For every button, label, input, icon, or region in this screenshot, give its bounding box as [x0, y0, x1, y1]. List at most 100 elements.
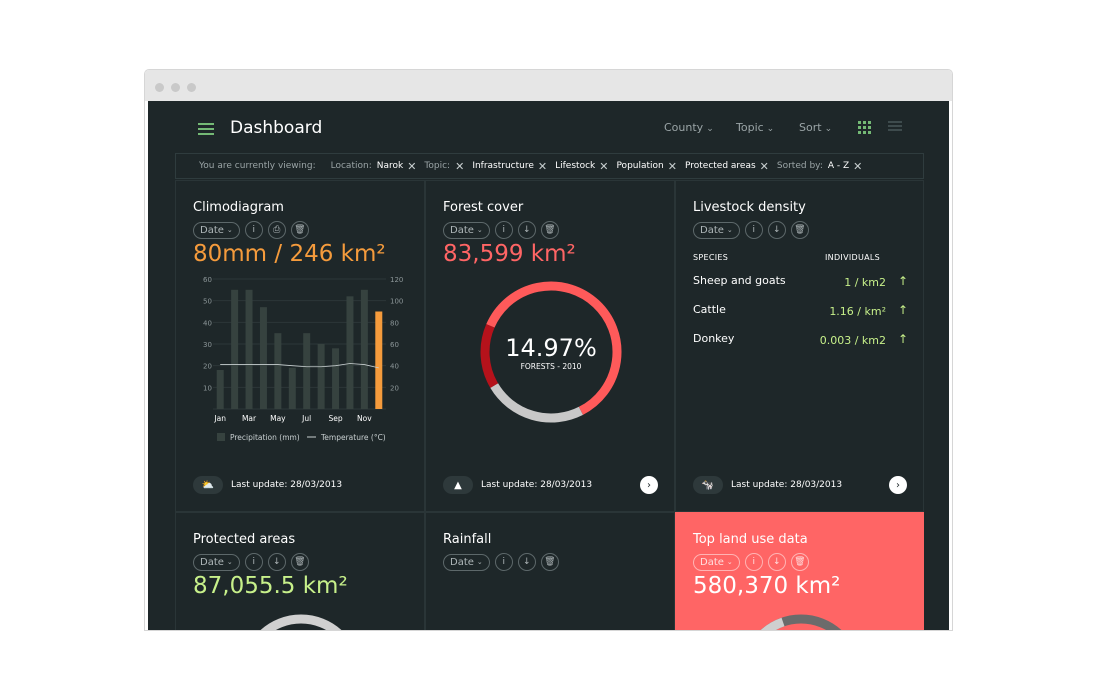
county-dropdown-label: County [664, 121, 704, 134]
filter-bar: You are currently viewing: Location: Nar… [175, 153, 924, 179]
print-icon[interactable]: ⎙ [267, 221, 286, 239]
dashboard-app: Dashboard County ⌄ Topic ⌄ Sort ⌄ You are c… [148, 101, 949, 630]
livestock-row: Donkey 0.003 / km2 ↑ [693, 332, 908, 347]
download-icon[interactable]: ↓ [517, 553, 536, 571]
sort-dropdown-label: Sort [799, 121, 822, 134]
x-tick-label: Nov [357, 414, 372, 423]
protected-areas-card: Protected areas Date ⌄ i ↓ 🗑 87,055.5 km² [175, 512, 425, 630]
info-icon[interactable]: i [744, 553, 763, 571]
window-close-dot[interactable] [155, 83, 164, 92]
hamburger-menu-icon[interactable] [198, 123, 214, 135]
remove-infrastructure-icon[interactable]: ✕ [538, 160, 547, 173]
download-icon[interactable]: ↓ [767, 553, 786, 571]
next-arrow-button[interactable]: › [889, 476, 907, 494]
precipitation-bar [216, 370, 224, 409]
forest-donut-chart: 14.97% FORESTS - 2010 [480, 281, 622, 423]
filter-topic-infrastructure: Infrastructure [472, 161, 534, 171]
card-tools: Date ⌄ i ↓ 🗑 [693, 221, 809, 239]
info-icon[interactable]: i [494, 221, 513, 239]
browser-titlebar [145, 70, 952, 101]
filter-topic-lifestock: Lifestock [555, 161, 596, 171]
rainfall-card: Rainfall Date ⌄ i ↓ 🗑 [425, 512, 675, 630]
remove-population-icon[interactable]: ✕ [668, 160, 677, 173]
forest-cover-value: 83,599 km² [443, 241, 576, 267]
trash-icon[interactable]: 🗑 [540, 221, 559, 239]
filter-intro: You are currently viewing: [199, 161, 316, 171]
legend-temperature-label: Temperature (°C) [320, 433, 386, 442]
y-tick-label-right: 60 [390, 341, 399, 349]
filter-location-label: Location: [330, 161, 372, 171]
date-dropdown[interactable]: Date ⌄ [693, 553, 740, 571]
date-dropdown[interactable]: Date ⌄ [443, 221, 490, 239]
y-tick-label-left: 40 [203, 319, 212, 327]
livestock-card: Livestock density Date ⌄ i ↓ 🗑 SPECIES IN… [675, 180, 924, 512]
window-minimize-dot[interactable] [171, 83, 180, 92]
card-title: Livestock density [693, 200, 806, 215]
trash-icon[interactable]: 🗑 [290, 221, 309, 239]
land-use-donut-ring [760, 614, 842, 630]
date-dropdown[interactable]: Date ⌄ [443, 553, 490, 571]
trash-icon[interactable]: 🗑 [790, 553, 809, 571]
cow-icon: 🐄 [693, 476, 723, 494]
info-icon[interactable]: i [244, 221, 263, 239]
card-title: Climodiagram [193, 200, 284, 215]
legend-precipitation-label: Precipitation (mm) [230, 433, 300, 442]
arrow-up-icon: ↑ [897, 332, 908, 346]
date-label: Date [200, 556, 224, 568]
download-icon[interactable]: ↓ [517, 221, 536, 239]
county-dropdown[interactable]: County ⌄ [664, 121, 714, 134]
card-title: Top land use data [693, 532, 808, 547]
remove-protected-areas-icon[interactable]: ✕ [760, 160, 769, 173]
info-icon[interactable]: i [494, 553, 513, 571]
date-dropdown[interactable]: Date ⌄ [693, 221, 740, 239]
page-title: Dashboard [230, 118, 323, 138]
y-tick-label-right: 100 [390, 298, 403, 306]
species-density: 1 / km2 [844, 276, 886, 289]
x-tick-label: Mar [242, 414, 257, 423]
card-tools: Date ⌄ i ⎙ 🗑 [193, 221, 309, 239]
window-maximize-dot[interactable] [187, 83, 196, 92]
filter-topic-protected-areas: Protected areas [684, 161, 756, 171]
tree-icon: ▲ [443, 476, 473, 494]
browser-window: Dashboard County ⌄ Topic ⌄ Sort ⌄ You are c… [145, 70, 952, 630]
topic-dropdown[interactable]: Topic ⌄ [736, 121, 774, 134]
date-dropdown[interactable]: Date ⌄ [193, 221, 240, 239]
info-icon[interactable]: i [244, 553, 263, 571]
date-label: Date [700, 224, 724, 236]
trash-icon[interactable]: 🗑 [790, 221, 809, 239]
remove-lifestock-icon[interactable]: ✕ [599, 160, 608, 173]
livestock-row: Sheep and goats 1 / km2 ↑ [693, 274, 908, 289]
next-arrow-button[interactable]: › [640, 476, 658, 494]
precipitation-bar [274, 333, 282, 409]
download-icon[interactable]: ↓ [267, 553, 286, 571]
list-view-icon[interactable] [888, 121, 902, 134]
climodiagram-chart: 10 20 30 40 50 60 20 40 60 80 100 120 Jan Mar May Jul Se… [203, 276, 403, 442]
chevron-down-icon: ⌄ [476, 226, 483, 234]
chevron-down-icon: ⌄ [726, 558, 733, 566]
forest-cover-card: Forest cover Date ⌄ i ↓ 🗑 83,599 km² 14.9… [425, 180, 675, 512]
top-land-use-value: 580,370 km² [693, 573, 841, 599]
trash-icon[interactable]: 🗑 [540, 553, 559, 571]
download-icon[interactable]: ↓ [767, 221, 786, 239]
remove-sort-icon[interactable]: ✕ [853, 160, 862, 173]
card-footer: 🐄 Last update: 28/03/2013 [693, 476, 842, 494]
date-dropdown[interactable]: Date ⌄ [193, 553, 240, 571]
filter-sort-label: Sorted by: [776, 161, 823, 171]
precipitation-bar [360, 289, 368, 409]
legend-precipitation-swatch [217, 433, 225, 441]
precipitation-bar [303, 333, 311, 409]
y-tick-label-right: 80 [390, 319, 399, 327]
sort-dropdown[interactable]: Sort ⌄ [799, 121, 832, 134]
date-label: Date [200, 224, 224, 236]
remove-location-icon[interactable]: ✕ [407, 160, 416, 173]
forest-caption: FORESTS - 2010 [521, 362, 582, 371]
info-icon[interactable]: i [744, 221, 763, 239]
individuals-column-header: INDIVIDUALS [825, 253, 881, 262]
grid-view-icon[interactable] [858, 121, 871, 134]
trash-icon[interactable]: 🗑 [290, 553, 309, 571]
y-tick-label-left: 10 [203, 384, 212, 392]
remove-topic-icon[interactable]: ✕ [455, 160, 464, 173]
y-tick-label-right: 40 [390, 363, 399, 371]
last-update: Last update: 28/03/2013 [231, 480, 343, 490]
y-tick-label-left: 20 [203, 363, 212, 371]
